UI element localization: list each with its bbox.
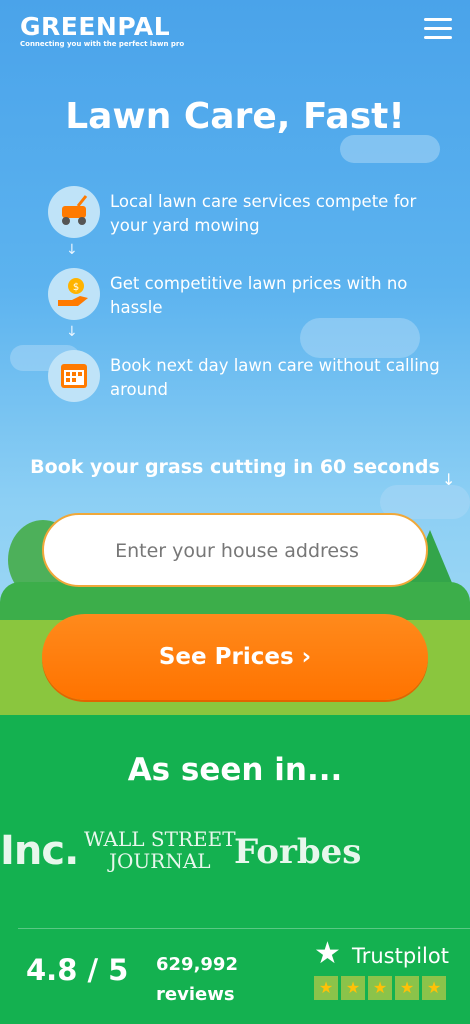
hamburger-menu-icon[interactable] [424, 18, 452, 40]
feature-item: Book next day lawn care without calling … [48, 350, 440, 406]
trustpilot-stars: ★ ★ ★ ★ ★ [314, 976, 446, 1000]
page-title: Lawn Care, Fast! [65, 96, 405, 137]
feature-item: Local lawn care services compete for you… [48, 186, 438, 242]
trustpilot-label: Trustpilot [352, 944, 449, 968]
lawn-mower-icon [48, 186, 100, 238]
calendar-icon [48, 350, 100, 402]
address-input[interactable] [44, 515, 430, 587]
review-count-number: 629,992 [156, 954, 238, 975]
feature-text: Book next day lawn care without calling … [110, 356, 440, 399]
cloud [340, 135, 440, 163]
section-divider [18, 928, 470, 929]
wsj-logo-line2: JOURNAL [109, 849, 211, 873]
logo-tagline: Connecting you with the perfect lawn pro [20, 40, 185, 48]
feature-text: Get competitive lawn prices with no hass… [110, 274, 408, 317]
wsj-logo-line1: WALL STREET [84, 827, 236, 851]
inc-logo: Inc. [0, 828, 79, 874]
star-icon: ★ [395, 976, 419, 1000]
star-icon: ★ [368, 976, 392, 1000]
wsj-logo: WALL STREET JOURNAL [84, 828, 236, 872]
review-count: 629,992 reviews [156, 950, 238, 1010]
curved-arrow-icon: ↓ [66, 242, 78, 258]
star-icon: ★ [314, 976, 338, 1000]
greenpal-logo[interactable]: GREENPAL [20, 12, 170, 41]
review-count-label: reviews [156, 984, 235, 1005]
curved-arrow-icon: ↓ [442, 470, 456, 489]
book-prompt: Book your grass cutting in 60 seconds [30, 456, 440, 478]
feature-text: Local lawn care services compete for you… [110, 192, 417, 235]
see-prices-button[interactable]: See Prices › [42, 614, 428, 700]
hero-section: GREENPAL Connecting you with the perfect… [0, 0, 470, 715]
rating-score: 4.8 / 5 [26, 953, 129, 987]
site-header: GREENPAL Connecting you with the perfect… [0, 0, 470, 60]
feature-item: $ Get competitive lawn prices with no ha… [48, 268, 438, 324]
hand-money-icon: $ [48, 268, 100, 320]
curved-arrow-icon: ↓ [66, 324, 78, 340]
address-input-wrapper [42, 513, 430, 587]
forbes-logo: Forbes [234, 832, 362, 872]
trustpilot-star-icon: ★ [314, 936, 341, 971]
star-icon: ★ [341, 976, 365, 1000]
star-icon: ★ [422, 976, 446, 1000]
svg-text:$: $ [73, 282, 79, 293]
press-title: As seen in... [127, 752, 343, 788]
